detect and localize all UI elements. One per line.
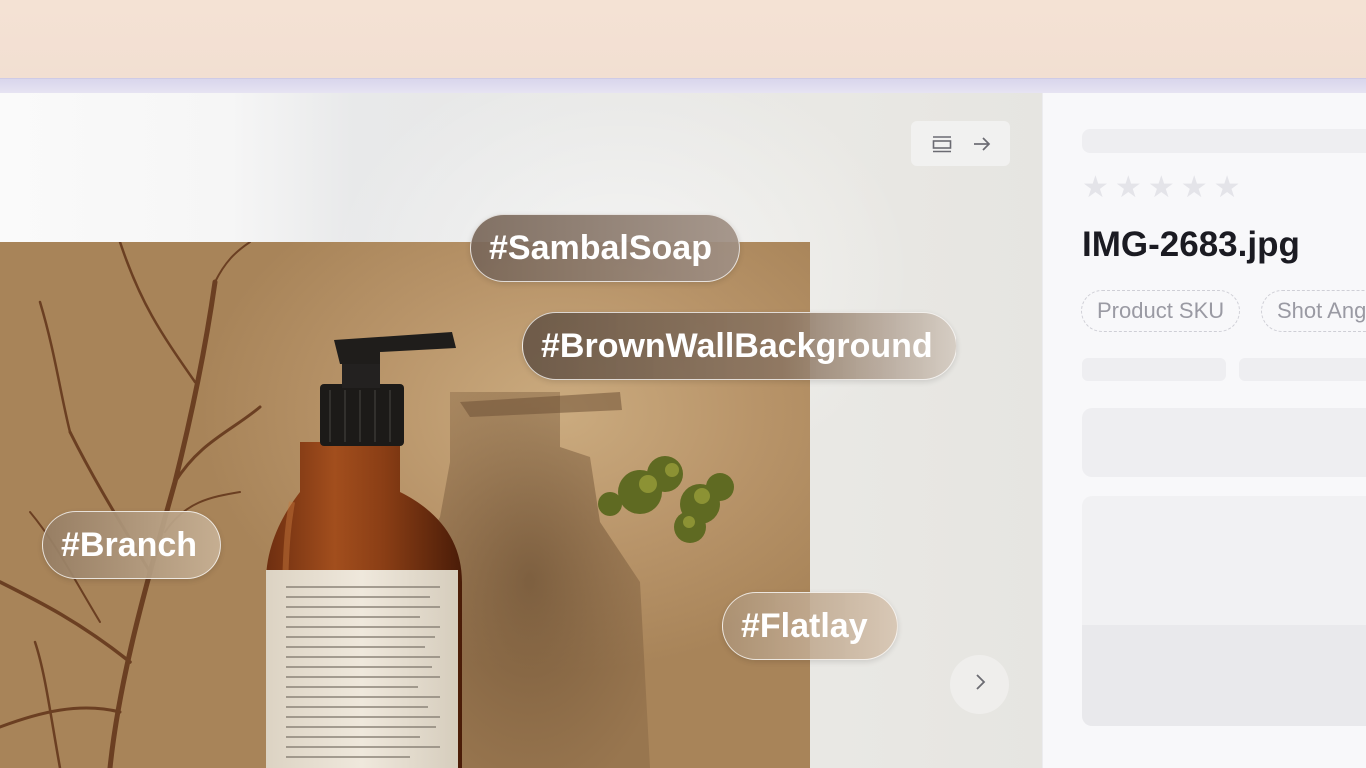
skeleton-field [1239,358,1366,381]
chip-product-sku[interactable]: Product SKU [1081,290,1241,332]
tag-label: #Branch [61,525,198,564]
star-icon[interactable]: ★ [1082,173,1109,203]
chevron-right-icon [973,673,987,696]
skeleton-block [1082,408,1366,477]
arrow-right-icon [973,136,991,152]
skeleton-title [1082,129,1366,153]
tag-brown-wall-background[interactable]: #BrownWallBackground [522,312,957,380]
star-icon[interactable]: ★ [1181,173,1208,203]
panel-toggle-icon [931,135,953,153]
file-name: IMG-2683.jpg [1082,225,1300,264]
chip-shot-angle[interactable]: Shot Angle [1261,290,1366,332]
tag-label: #BrownWallBackground [541,326,933,365]
rating-stars[interactable]: ★ ★ ★ ★ ★ [1082,173,1241,203]
tag-branch[interactable]: #Branch [42,511,221,579]
toggle-panel-button[interactable] [911,121,1010,166]
tag-sambal-soap[interactable]: #SambalSoap [470,214,740,282]
skeleton-card [1082,496,1366,726]
chip-label: Product SKU [1097,298,1225,323]
star-icon[interactable]: ★ [1148,173,1175,203]
tag-label: #SambalSoap [489,228,712,267]
tag-flatlay[interactable]: #Flatlay [722,592,898,660]
next-image-button[interactable] [950,655,1009,714]
star-icon[interactable]: ★ [1115,173,1142,203]
skeleton-field [1082,358,1226,381]
window-top-edge [0,78,1366,93]
star-icon[interactable]: ★ [1214,173,1241,203]
tag-label: #Flatlay [741,606,868,645]
background-band [0,0,1366,78]
image-viewer: #SambalSoap #BrownWallBackground #Branch… [0,93,1042,768]
details-panel: ★ ★ ★ ★ ★ IMG-2683.jpg Product SKU Shot … [1042,93,1366,768]
chip-label: Shot Angle [1277,298,1366,323]
